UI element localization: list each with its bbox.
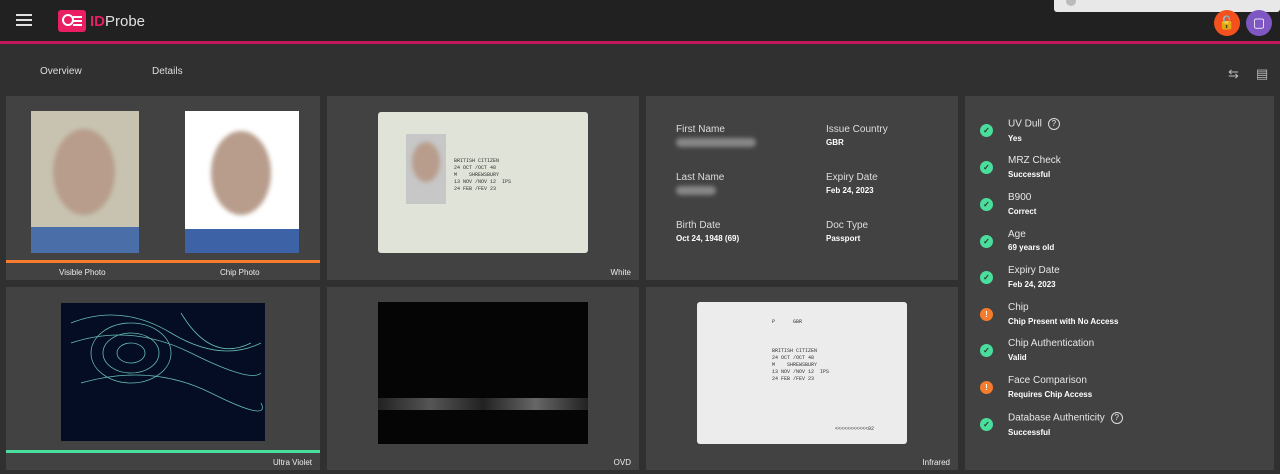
- check-circle-icon: ✓: [980, 124, 993, 137]
- check-b900-title: B900: [1008, 192, 1032, 203]
- check-database-value: Successful: [1008, 428, 1051, 437]
- check-circle-icon: ✓: [980, 344, 993, 357]
- expiry-date-value: Feb 24, 2023: [826, 186, 874, 195]
- doc-text-block: BRITISH CITIZEN 24 OCT /OCT 48 M SHREWSB…: [454, 158, 512, 192]
- expiry-date-label: Expiry Date: [826, 172, 878, 183]
- check-circle-icon: ✓: [980, 418, 993, 431]
- id-card-icon: [58, 10, 86, 32]
- white-caption: White: [610, 268, 631, 277]
- check-circle-icon: ✓: [980, 235, 993, 248]
- help-circle-icon[interactable]: ?: [1110, 412, 1123, 424]
- infrared-caption: Infrared: [922, 458, 950, 467]
- doc-type-value: Passport: [826, 234, 861, 243]
- infrared-image[interactable]: P GBR BRITISH CITIZEN 24 OCT /OCT 48 M S…: [697, 302, 907, 444]
- first-name-redacted: [676, 138, 756, 147]
- issue-country-label: Issue Country: [826, 124, 888, 135]
- white-light-panel: BRITISH CITIZEN 24 OCT /OCT 48 M SHREWSB…: [327, 96, 639, 280]
- app-logo: IDProbe: [58, 10, 145, 32]
- doc-type-label: Doc Type: [826, 220, 869, 231]
- check-chip-title: Chip: [1008, 302, 1029, 313]
- birth-date-label: Birth Date: [676, 220, 721, 231]
- white-light-image[interactable]: BRITISH CITIZEN 24 OCT /OCT 48 M SHREWSB…: [378, 112, 588, 253]
- library-icon[interactable]: ▢: [1246, 10, 1272, 36]
- check-chip-value: Chip Present with No Access: [1008, 317, 1119, 326]
- last-name-redacted: [676, 186, 716, 195]
- warning-circle-icon: !: [980, 308, 993, 321]
- check-chip-auth-value: Valid: [1008, 353, 1027, 362]
- check-circle-icon: ✓: [980, 161, 993, 174]
- check-age-value: 69 years old: [1008, 243, 1055, 252]
- check-chip-auth-title: Chip Authentication: [1008, 338, 1095, 349]
- chip-photo-caption: Chip Photo: [220, 268, 260, 277]
- ultra-violet-caption: Ultra Violet: [273, 458, 312, 467]
- compare-arrows-icon[interactable]: ⇆: [1228, 66, 1239, 82]
- first-name-label: First Name: [676, 124, 725, 135]
- check-b900-value: Correct: [1008, 207, 1037, 216]
- check-circle-icon: ✓: [980, 198, 993, 211]
- library-books-icon[interactable]: ▤: [1256, 66, 1268, 82]
- photo-panel: Visible Photo Chip Photo: [6, 96, 320, 280]
- visible-photo-caption: Visible Photo: [59, 268, 106, 277]
- help-circle-icon[interactable]: ?: [1047, 118, 1060, 130]
- ovd-image[interactable]: [378, 302, 588, 444]
- check-uv-dull-title: UV Dull?: [1008, 118, 1060, 130]
- check-expiry-title: Expiry Date: [1008, 265, 1060, 276]
- top-app-bar: IDProbe 🔓 ▢: [0, 0, 1280, 44]
- document-fields-panel: First Name Last Name Birth Date Oct 24, …: [646, 96, 958, 280]
- uv-indicator: [6, 450, 320, 453]
- check-uv-dull-value: Yes: [1008, 134, 1022, 143]
- ultra-violet-image[interactable]: [61, 303, 265, 441]
- ovd-caption: OVD: [613, 458, 631, 467]
- lock-icon[interactable]: 🔓: [1214, 10, 1240, 36]
- menu-icon[interactable]: [16, 14, 32, 26]
- check-mrz-value: Successful: [1008, 170, 1051, 179]
- check-circle-icon: ✓: [980, 271, 993, 284]
- check-age-title: Age: [1008, 229, 1026, 240]
- tab-bar: Overview Details: [0, 56, 1280, 88]
- check-face-comparison-value: Requires Chip Access: [1008, 390, 1093, 399]
- issue-country-value: GBR: [826, 138, 844, 147]
- chip-photo[interactable]: [185, 111, 299, 253]
- check-expiry-value: Feb 24, 2023: [1008, 280, 1056, 289]
- check-face-comparison-title: Face Comparison: [1008, 375, 1087, 386]
- visible-photo-indicator: [6, 260, 320, 263]
- ultra-violet-panel: Ultra Violet: [6, 287, 320, 470]
- check-mrz-title: MRZ Check: [1008, 155, 1061, 166]
- birth-date-value: Oct 24, 1948 (69): [676, 234, 740, 243]
- notification-popup: [1054, 0, 1280, 12]
- tab-overview[interactable]: Overview: [40, 66, 82, 77]
- last-name-label: Last Name: [676, 172, 725, 183]
- check-database-title: Database Authenticity?: [1008, 412, 1123, 424]
- infrared-panel: P GBR BRITISH CITIZEN 24 OCT /OCT 48 M S…: [646, 287, 958, 470]
- ovd-panel: OVD: [327, 287, 639, 470]
- visible-photo[interactable]: [31, 111, 139, 253]
- warning-circle-icon: !: [980, 381, 993, 394]
- logo-text-probe: Probe: [105, 12, 146, 30]
- logo-text-id: ID: [90, 12, 105, 30]
- tab-details[interactable]: Details: [152, 66, 183, 77]
